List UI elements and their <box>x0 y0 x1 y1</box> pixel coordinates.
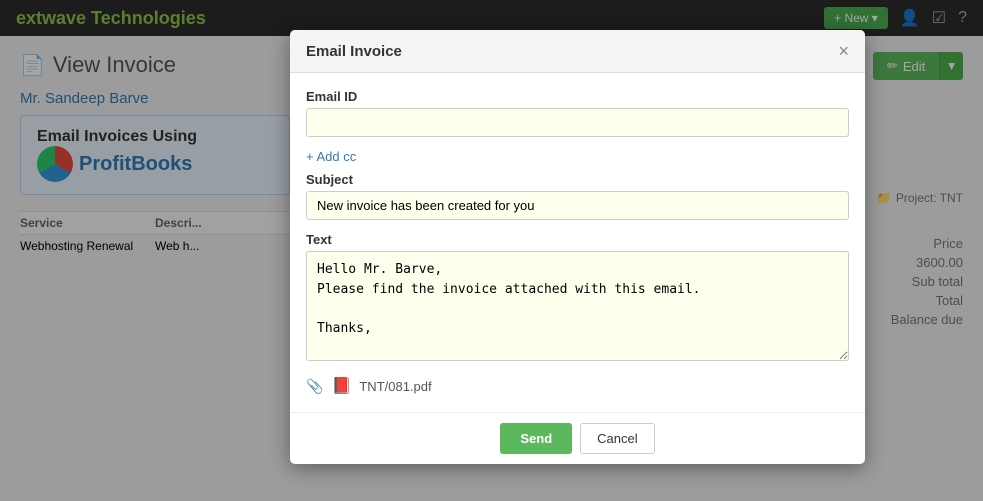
subject-group: Subject <box>306 172 849 220</box>
text-textarea[interactable]: Hello Mr. Barve, Please find the invoice… <box>306 251 849 361</box>
add-cc-link[interactable]: + Add cc <box>306 149 356 164</box>
modal-close-button[interactable]: × <box>838 42 849 60</box>
text-group: Text Hello Mr. Barve, Please find the in… <box>306 232 849 364</box>
text-label: Text <box>306 232 849 247</box>
modal-footer: Send Cancel <box>290 412 865 464</box>
email-id-label: Email ID <box>306 89 849 104</box>
modal-header: Email Invoice × <box>290 30 865 73</box>
pdf-icon: 📕 <box>331 376 351 396</box>
email-invoice-modal: Email Invoice × Email ID + Add cc Subjec… <box>290 30 865 464</box>
modal-body: Email ID + Add cc Subject Text Hello Mr.… <box>290 73 865 412</box>
paperclip-icon: 📎 <box>306 378 323 395</box>
email-id-input[interactable] <box>306 108 849 137</box>
send-button[interactable]: Send <box>500 423 572 454</box>
modal-title: Email Invoice <box>306 43 402 60</box>
attachment-area: 📎 📕 TNT/081.pdf <box>306 376 849 396</box>
subject-input[interactable] <box>306 191 849 220</box>
email-id-group: Email ID <box>306 89 849 137</box>
cancel-button[interactable]: Cancel <box>580 423 654 454</box>
attachment-filename: TNT/081.pdf <box>359 379 431 394</box>
subject-label: Subject <box>306 172 849 187</box>
